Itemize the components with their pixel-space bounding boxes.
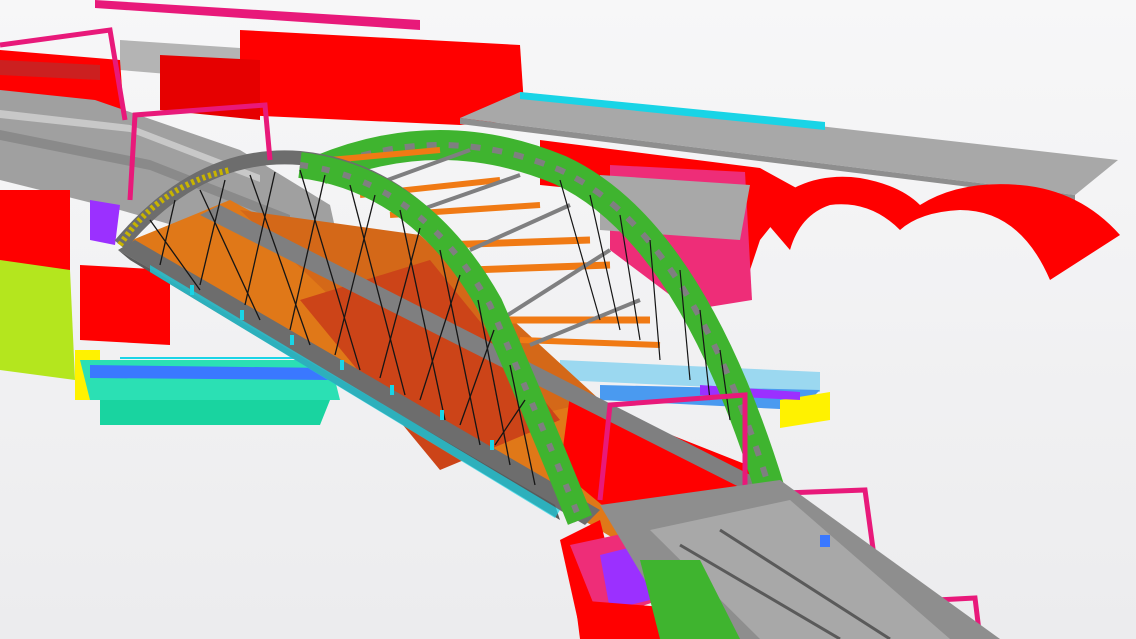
lower-platform-left	[80, 357, 340, 425]
bridge-model-scene[interactable]	[0, 0, 1136, 639]
3d-model-viewport[interactable]	[0, 0, 1136, 639]
approach-deck-right	[600, 480, 1000, 639]
